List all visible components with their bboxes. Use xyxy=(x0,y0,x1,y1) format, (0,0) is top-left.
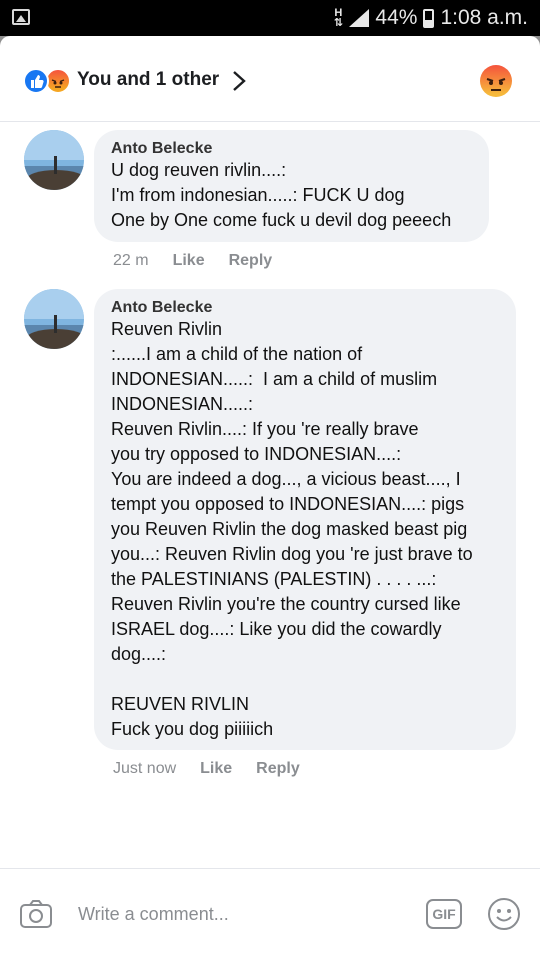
comment-author[interactable]: Anto Belecke xyxy=(111,140,472,158)
like-button[interactable]: Like xyxy=(173,252,205,270)
comment-bubble[interactable]: Anto Belecke Reuven Rivlin :......I am a… xyxy=(94,289,516,750)
comment-input[interactable]: Write a comment... xyxy=(78,904,229,925)
gallery-notification-icon xyxy=(12,9,30,25)
avatar[interactable] xyxy=(24,130,84,190)
camera-icon[interactable] xyxy=(19,899,53,929)
comment-text: U dog reuven rivlin....: I'm from indone… xyxy=(111,160,452,230)
clock: 1:08 a.m. xyxy=(440,6,528,29)
reply-button[interactable]: Reply xyxy=(229,252,273,270)
status-bar: H ⇅ 44% 1:08 a.m. xyxy=(0,0,540,36)
network-type-icon: H ⇅ xyxy=(333,7,344,29)
emoji-icon[interactable] xyxy=(487,897,521,931)
like-icon xyxy=(23,68,49,94)
comment-time: Just now xyxy=(113,760,177,777)
reaction-summary[interactable]: You and 1 other xyxy=(77,69,219,91)
angry-reaction-button-icon[interactable] xyxy=(479,64,513,98)
battery-icon xyxy=(423,8,435,28)
reactions-header[interactable]: You and 1 other xyxy=(0,36,540,122)
comments-panel: You and 1 other Anto Belecke U dog reuve… xyxy=(0,36,540,960)
chevron-right-icon[interactable] xyxy=(228,70,250,92)
like-button[interactable]: Like xyxy=(200,760,232,778)
comment-author[interactable]: Anto Belecke xyxy=(111,299,499,317)
comment-composer: Write a comment... GIF xyxy=(0,868,540,960)
comment-time: 22 m xyxy=(113,252,149,269)
comment-actions: 22 m Like Reply xyxy=(113,252,272,270)
battery-percent: 44% xyxy=(375,6,418,29)
signal-icon xyxy=(349,9,370,27)
status-icons: H ⇅ 44% 1:08 a.m. xyxy=(333,4,528,32)
comment-actions: Just now Like Reply xyxy=(113,760,300,778)
comment-bubble[interactable]: Anto Belecke U dog reuven rivlin....: I'… xyxy=(94,130,489,242)
avatar[interactable] xyxy=(24,289,84,349)
comment-text: Reuven Rivlin :......I am a child of the… xyxy=(111,319,473,739)
gif-button[interactable]: GIF xyxy=(426,899,462,929)
reply-button[interactable]: Reply xyxy=(256,760,300,778)
